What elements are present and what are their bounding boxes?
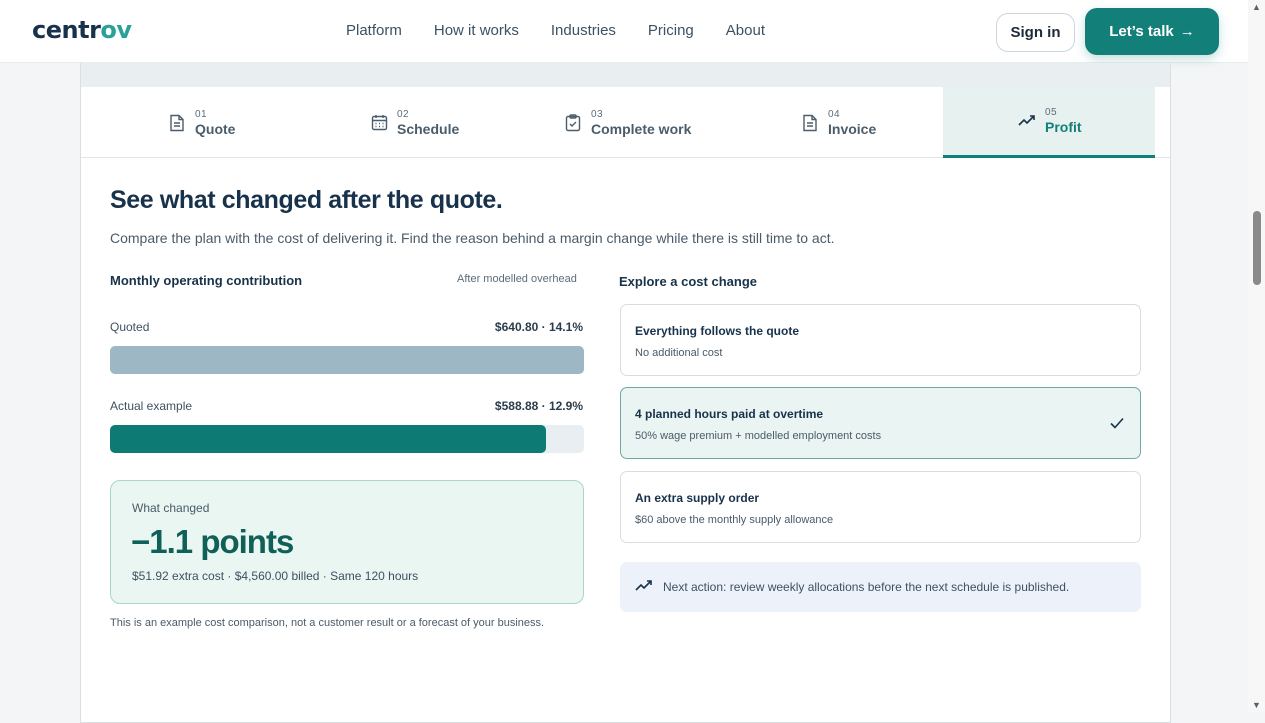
tab-label: Complete work — [591, 120, 692, 137]
next-action-text: Next action: review weekly allocations b… — [663, 580, 1070, 594]
trending-up-icon — [635, 579, 653, 595]
tab-quote[interactable]: 01 Quote — [168, 87, 235, 158]
scroll-up-icon[interactable]: ▲ — [1252, 2, 1261, 12]
tab-number: 05 — [1045, 107, 1058, 118]
nav-item-about[interactable]: About — [726, 22, 765, 39]
option-extra-supply[interactable]: An extra supply order $60 above the mont… — [620, 471, 1141, 543]
checkmark-icon — [1108, 414, 1126, 432]
option-overtime[interactable]: 4 planned hours paid at overtime 50% wag… — [620, 387, 1141, 459]
option-desc: 50% wage premium + modelled employment c… — [635, 430, 882, 442]
document-icon — [801, 114, 819, 132]
document-icon — [168, 114, 186, 132]
section-subtitle: Compare the plan with the cost of delive… — [110, 230, 835, 246]
section-headline: See what changed after the quote. — [110, 186, 503, 214]
tab-label: Invoice — [828, 120, 877, 137]
option-follows-quote[interactable]: Everything follows the quote No addition… — [620, 304, 1141, 376]
option-title: 4 planned hours paid at overtime — [635, 407, 824, 421]
next-action-box: Next action: review weekly allocations b… — [620, 562, 1141, 612]
clipboard-check-icon — [564, 113, 582, 132]
nav-item-pricing[interactable]: Pricing — [648, 22, 694, 39]
sign-in-button[interactable]: Sign in — [996, 13, 1075, 52]
tab-complete-work[interactable]: 03 Complete work — [564, 87, 691, 158]
tab-number: 04 — [828, 108, 841, 120]
what-changed-label: What changed — [132, 501, 210, 515]
disclaimer: This is an example cost comparison, not … — [110, 617, 545, 629]
quoted-bar — [110, 346, 584, 374]
main-nav: Platform How it works Industries Pricing… — [346, 22, 765, 39]
option-title: Everything follows the quote — [635, 324, 800, 338]
actual-bar — [110, 425, 546, 453]
nav-item-how-it-works[interactable]: How it works — [434, 22, 519, 39]
contribution-heading: Monthly operating contribution — [110, 273, 303, 288]
tab-label: Quote — [195, 120, 236, 137]
quoted-value: $640.80 · 14.1% — [494, 320, 583, 334]
actual-bar-track — [110, 425, 584, 453]
card-top-strip — [81, 63, 1170, 87]
workflow-card: 01 Quote 02 Schedule 03 Complete work 04 Inv… — [80, 63, 1171, 723]
logo[interactable]: centrov — [32, 16, 132, 44]
actual-value: $588.88 · 12.9% — [494, 399, 583, 413]
tab-label: Schedule — [397, 120, 460, 137]
contribution-note: After modelled overhead — [457, 273, 577, 285]
scrollbar[interactable] — [1248, 0, 1265, 712]
tab-invoice[interactable]: 04 Invoice — [801, 87, 876, 158]
what-changed-value: −1.1 points — [131, 523, 294, 560]
tab-number: 01 — [195, 108, 208, 120]
option-desc: No additional cost — [635, 347, 723, 359]
option-desc: $60 above the monthly supply allowance — [635, 514, 834, 526]
tab-profit[interactable]: 05 Profit — [943, 87, 1155, 158]
scrollbar-thumb[interactable] — [1253, 211, 1261, 285]
tab-number: 02 — [397, 108, 410, 120]
option-title: An extra supply order — [635, 491, 760, 505]
quoted-label: Quoted — [110, 320, 150, 334]
scroll-down-icon[interactable]: ▼ — [1252, 700, 1261, 710]
what-changed-panel: What changed −1.1 points $51.92 extra co… — [110, 480, 584, 604]
arrow-right-icon: → — [1179, 23, 1195, 40]
tab-label: Profit — [1045, 119, 1082, 135]
explore-heading: Explore a cost change — [619, 274, 757, 289]
actual-label: Actual example — [110, 399, 193, 413]
calendar-icon — [370, 114, 388, 132]
trending-up-icon — [1018, 112, 1036, 130]
what-changed-details: $51.92 extra cost · $4,560.00 billed · S… — [132, 569, 419, 583]
lets-talk-label: Let’s talk — [1109, 23, 1174, 40]
nav-item-industries[interactable]: Industries — [551, 22, 616, 39]
workflow-tabs: 01 Quote 02 Schedule 03 Complete work 04 Inv… — [81, 87, 1170, 158]
nav-item-platform[interactable]: Platform — [346, 22, 402, 39]
tab-schedule[interactable]: 02 Schedule — [370, 87, 459, 158]
quoted-bar-track — [110, 346, 584, 374]
lets-talk-button[interactable]: Let’s talk → — [1085, 8, 1219, 55]
site-header: centrov Platform How it works Industries… — [0, 0, 1248, 63]
tab-number: 03 — [591, 108, 604, 120]
